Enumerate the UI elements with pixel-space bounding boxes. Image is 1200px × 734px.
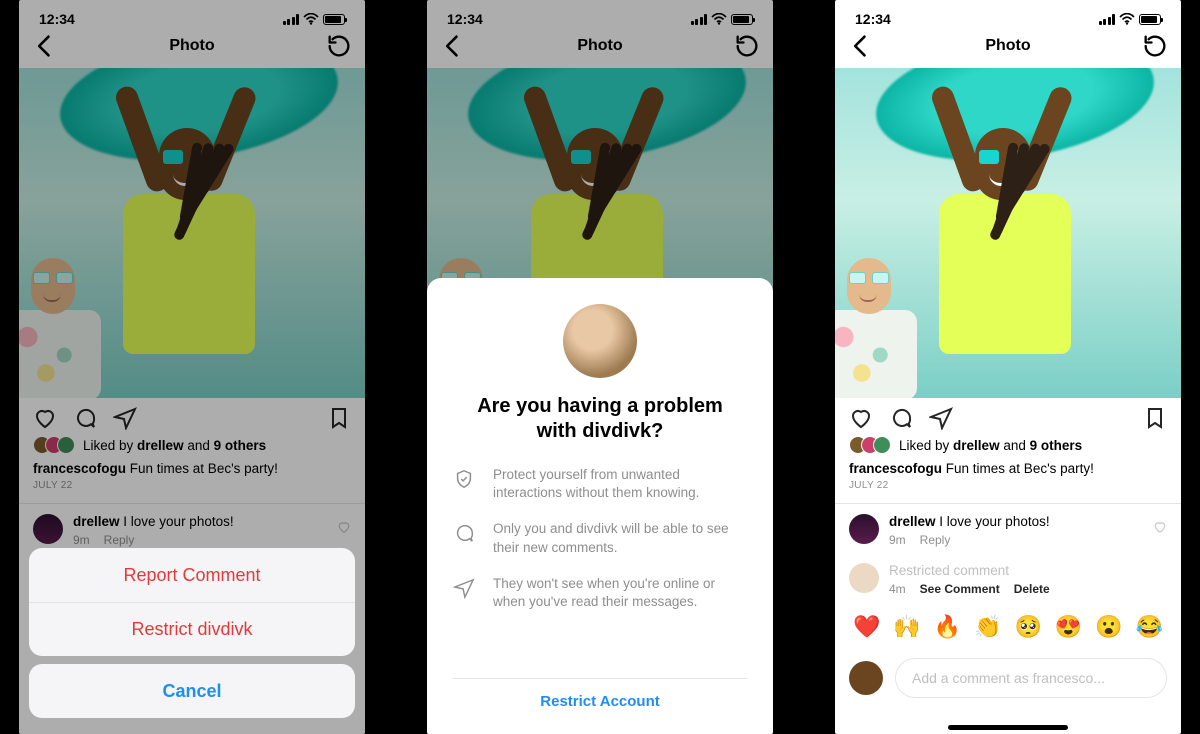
history-icon[interactable]	[325, 32, 353, 60]
status-time: 12:34	[447, 11, 483, 27]
page-title: Photo	[577, 37, 622, 55]
action-sheet: Report Comment Restrict divdivk Cancel	[29, 548, 355, 726]
like-icon[interactable]	[33, 406, 57, 430]
comment-bubble-icon	[453, 522, 475, 544]
reply-button[interactable]: Reply	[920, 533, 951, 547]
post-date: JULY 22	[835, 480, 1181, 501]
post-photo[interactable]	[835, 68, 1181, 398]
delete-comment-button[interactable]: Delete	[1014, 582, 1050, 596]
emoji-button[interactable]: 🔥	[934, 614, 961, 640]
report-comment-button[interactable]: Report Comment	[29, 548, 355, 602]
comment-icon[interactable]	[889, 406, 913, 430]
post-actions	[19, 398, 365, 434]
emoji-button[interactable]: 🥺	[1014, 614, 1041, 640]
bookmark-icon[interactable]	[1143, 406, 1167, 430]
home-indicator[interactable]	[948, 725, 1068, 730]
page-title: Photo	[985, 37, 1030, 55]
restrict-sheet: Are you having a problem with divdivk? P…	[427, 278, 773, 734]
battery-icon	[1139, 14, 1161, 25]
avatar[interactable]	[849, 514, 879, 544]
like-comment-icon[interactable]	[1153, 520, 1167, 534]
signal-icon	[1099, 14, 1116, 25]
likes-row[interactable]: Liked by drellew and 9 others	[835, 434, 1181, 456]
restrict-account-button[interactable]: Restrict Account	[453, 678, 747, 716]
battery-icon	[731, 14, 753, 25]
see-comment-button[interactable]: See Comment	[920, 582, 1000, 596]
emoji-button[interactable]: 😍	[1055, 614, 1082, 640]
status-bar: 12:34	[835, 0, 1181, 24]
back-icon[interactable]	[439, 32, 467, 60]
status-bar: 12:34	[19, 0, 365, 24]
bookmark-icon[interactable]	[327, 406, 351, 430]
emoji-button[interactable]: 😂	[1136, 614, 1163, 640]
comment-row[interactable]: drellew I love your photos! 9mReply	[835, 506, 1181, 555]
like-icon[interactable]	[849, 406, 873, 430]
emoji-button[interactable]: 😮	[1095, 614, 1122, 640]
liker-avatars	[33, 436, 75, 454]
restrict-user-avatar	[563, 304, 637, 378]
likes-row[interactable]: Liked by drellew and 9 others	[19, 434, 365, 456]
wifi-icon	[711, 13, 727, 25]
restrict-title: Are you having a problem with divdivk?	[463, 394, 737, 444]
restricted-comment-row[interactable]: Restricted comment 4m See Comment Delete	[835, 555, 1181, 604]
cancel-button[interactable]: Cancel	[29, 664, 355, 718]
page-title: Photo	[169, 37, 214, 55]
nav-bar: Photo	[19, 24, 365, 68]
post-caption: francescofogu Fun times at Bec's party!	[835, 456, 1181, 480]
back-icon[interactable]	[31, 32, 59, 60]
back-icon[interactable]	[847, 32, 875, 60]
share-icon[interactable]	[929, 406, 953, 430]
emoji-button[interactable]: 👏	[974, 614, 1001, 640]
liker-avatars	[849, 436, 891, 454]
restrict-user-button[interactable]: Restrict divdivk	[29, 602, 355, 656]
nav-bar: Photo	[835, 24, 1181, 68]
post-photo[interactable]	[19, 68, 365, 398]
history-icon[interactable]	[1141, 32, 1169, 60]
emoji-quickbar: ❤️ 🙌 🔥 👏 🥺 😍 😮 😂	[835, 604, 1181, 650]
shield-icon	[453, 468, 475, 490]
status-bar: 12:34	[427, 0, 773, 24]
comment-icon[interactable]	[73, 406, 97, 430]
status-time: 12:34	[39, 11, 75, 27]
avatar[interactable]	[849, 563, 879, 593]
nav-bar: Photo	[427, 24, 773, 68]
emoji-button[interactable]: 🙌	[893, 614, 920, 640]
post-caption: francescofogu Fun times at Bec's party!	[19, 456, 365, 480]
send-icon	[453, 577, 475, 599]
wifi-icon	[303, 13, 319, 25]
battery-icon	[323, 14, 345, 25]
signal-icon	[283, 14, 300, 25]
phone-2: 12:34 Photo Are you having a problem wit…	[427, 0, 773, 734]
avatar[interactable]	[33, 514, 63, 544]
post-actions	[835, 398, 1181, 434]
post-date: JULY 22	[19, 480, 365, 501]
signal-icon	[691, 14, 708, 25]
share-icon[interactable]	[113, 406, 137, 430]
reply-button[interactable]: Reply	[104, 533, 135, 547]
add-comment-input[interactable]: Add a comment as francesco...	[895, 658, 1167, 698]
emoji-button[interactable]: ❤️	[853, 614, 880, 640]
history-icon[interactable]	[733, 32, 761, 60]
add-comment-row: Add a comment as francesco...	[835, 650, 1181, 708]
phone-3: 12:34 Photo Liked by drellew and 9 other…	[835, 0, 1181, 734]
restricted-label: Restricted comment	[889, 563, 1009, 578]
phone-1: 12:34 Photo Liked by drellew and 9 other…	[19, 0, 365, 734]
like-comment-icon[interactable]	[337, 520, 351, 534]
my-avatar[interactable]	[849, 661, 883, 695]
